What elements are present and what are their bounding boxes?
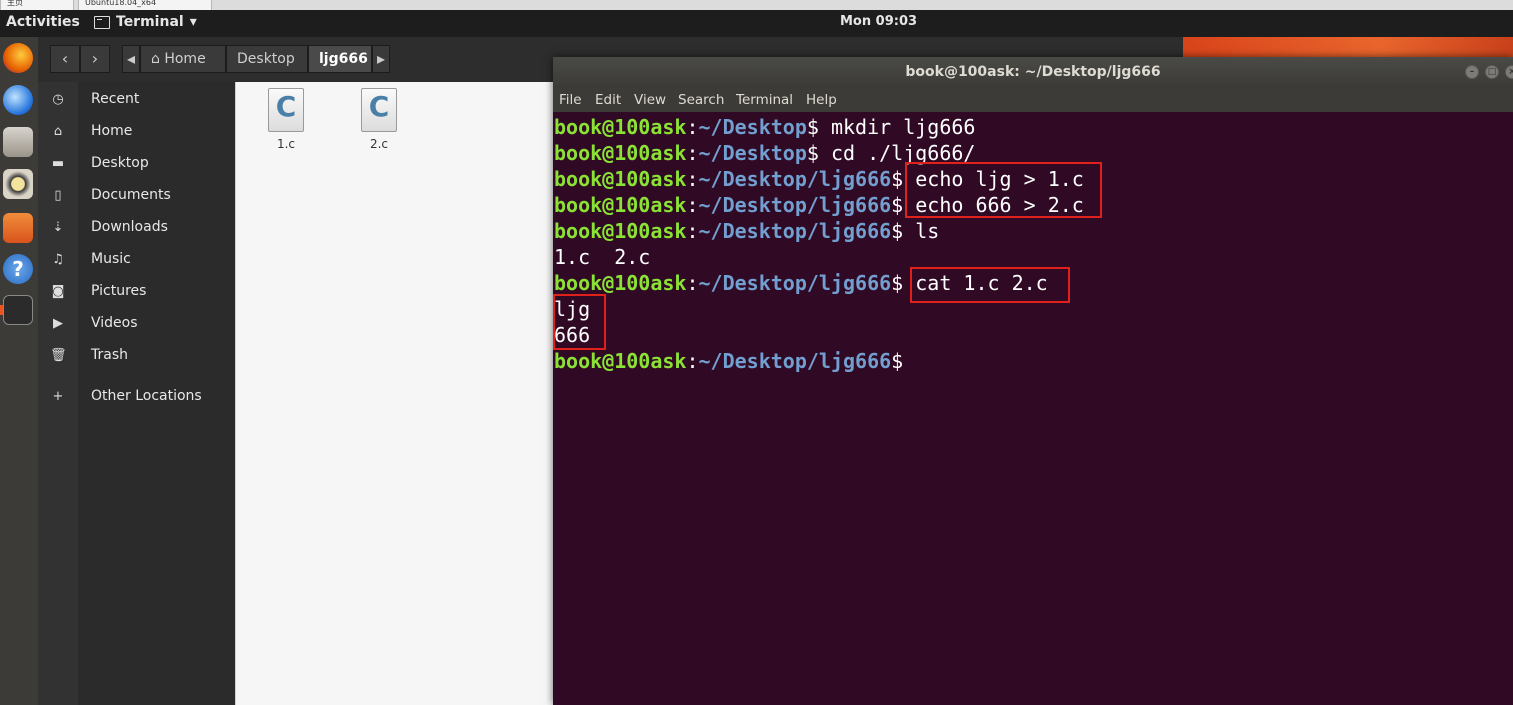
menu-terminal[interactable]: Terminal xyxy=(736,92,793,108)
close-button[interactable]: × xyxy=(1505,65,1513,79)
firefox-icon[interactable] xyxy=(3,43,33,73)
software-center-icon[interactable] xyxy=(3,213,33,243)
file-item[interactable]: C 1.c xyxy=(256,88,316,151)
top-bar: Activities Terminal ▾ Mon 09:03 xyxy=(0,10,1513,37)
menu-help[interactable]: Help xyxy=(806,92,837,108)
menu-file[interactable]: File xyxy=(559,92,582,108)
app-menu-label: Terminal xyxy=(116,14,184,30)
c-glyph: C xyxy=(368,90,390,123)
terminal-menu-bar: File Edit View Search Terminal Help xyxy=(553,88,1513,112)
rhythmbox-icon[interactable] xyxy=(3,169,33,199)
trash-icon: 🗑 xyxy=(50,348,67,363)
menu-view[interactable]: View xyxy=(634,92,666,108)
breadcrumb-home[interactable]: ⌂ Home xyxy=(140,45,226,73)
clock-icon: ◷ xyxy=(52,92,64,107)
activities-button[interactable]: Activities xyxy=(6,14,80,30)
highlight-box-echo-commands xyxy=(905,162,1102,218)
sidebar-item-other-locations[interactable]: + Other Locations xyxy=(38,382,235,412)
sidebar-item-downloads[interactable]: ⇣ Downloads xyxy=(38,213,235,243)
sidebar-item-label: Trash xyxy=(91,347,128,363)
terminal-icon[interactable] xyxy=(3,295,33,325)
sidebar-item-trash[interactable]: 🗑 Trash xyxy=(38,341,235,371)
breadcrumb-right-arrow[interactable]: ▸ xyxy=(372,45,390,73)
sidebar-item-label: Music xyxy=(91,251,131,267)
files-icon[interactable] xyxy=(3,127,33,157)
sidebar-item-home[interactable]: ⌂ Home xyxy=(38,117,235,147)
download-icon: ⇣ xyxy=(52,220,64,235)
folder-icon: ▬ xyxy=(51,156,65,171)
sidebar-item-label: Downloads xyxy=(91,219,168,235)
plus-icon: + xyxy=(52,389,64,404)
terminal-output-line: 1.c 2.c xyxy=(554,245,651,269)
terminal-output[interactable]: book@100ask:~/Desktop$ mkdir ljg666 book… xyxy=(553,114,1513,705)
c-source-file-icon: C xyxy=(268,88,304,132)
sidebar-item-desktop[interactable]: ▬ Desktop xyxy=(38,149,235,179)
file-item[interactable]: C 2.c xyxy=(349,88,409,151)
host-tab-vm[interactable]: Ubuntu18.04_x64 xyxy=(78,0,212,10)
terminal-small-icon xyxy=(94,15,110,29)
breadcrumb-ljg666[interactable]: ljg666 xyxy=(308,45,372,73)
sidebar-item-label: Recent xyxy=(91,91,140,107)
file-view: C 1.c C 2.c xyxy=(235,82,556,705)
music-icon: ♫ xyxy=(52,252,64,267)
sidebar-item-label: Documents xyxy=(91,187,171,203)
sidebar-item-videos[interactable]: ▶ Videos xyxy=(38,309,235,339)
c-glyph: C xyxy=(275,90,297,123)
home-icon: ⌂ xyxy=(151,51,160,67)
camera-icon: ◙ xyxy=(51,284,65,299)
thunderbird-icon[interactable] xyxy=(3,85,33,115)
sidebar-item-label: Other Locations xyxy=(91,388,202,404)
host-tab-home[interactable]: 主页 xyxy=(0,0,74,10)
breadcrumb-desktop[interactable]: Desktop xyxy=(226,45,308,73)
sidebar-item-label: Pictures xyxy=(91,283,147,299)
document-icon: ▯ xyxy=(54,188,62,203)
app-menu[interactable]: Terminal ▾ xyxy=(94,14,197,30)
file-name: 1.c xyxy=(276,137,296,151)
clock[interactable]: Mon 09:03 xyxy=(840,14,917,29)
dock-active-indicator xyxy=(0,305,3,315)
terminal-line: book@100ask:~/Desktop/ljg666$ xyxy=(554,349,904,373)
forward-button[interactable]: › xyxy=(80,45,110,73)
chevron-down-icon: ▾ xyxy=(189,14,197,30)
terminal-window: book@100ask: ~/Desktop/ljg666 – □ × File… xyxy=(553,57,1513,705)
file-name: 2.c xyxy=(369,137,389,151)
sidebar-item-label: Desktop xyxy=(91,155,149,171)
menu-search[interactable]: Search xyxy=(678,92,724,108)
sidebar-item-recent[interactable]: ◷ Recent xyxy=(38,85,235,115)
terminal-title: book@100ask: ~/Desktop/ljg666 xyxy=(905,64,1161,80)
sidebar-item-music[interactable]: ♫ Music xyxy=(38,245,235,275)
menu-edit[interactable]: Edit xyxy=(595,92,621,108)
dock: ? xyxy=(0,37,38,705)
sidebar-item-documents[interactable]: ▯ Documents xyxy=(38,181,235,211)
sidebar-item-label: Home xyxy=(91,123,133,139)
video-icon: ▶ xyxy=(53,316,63,331)
back-button[interactable]: ‹ xyxy=(50,45,80,73)
sidebar-item-label: Videos xyxy=(91,315,138,331)
minimize-button[interactable]: – xyxy=(1465,65,1479,79)
home-icon: ⌂ xyxy=(53,124,63,139)
highlight-box-cat-command xyxy=(910,267,1070,303)
maximize-button[interactable]: □ xyxy=(1485,65,1499,79)
terminal-line: book@100ask:~/Desktop/ljg666$ ls xyxy=(554,219,940,243)
terminal-line: book@100ask:~/Desktop$ mkdir ljg666 xyxy=(554,115,976,139)
host-tab-strip: 主页 Ubuntu18.04_x64 xyxy=(0,0,1513,10)
highlight-box-cat-output xyxy=(553,294,606,350)
sidebar-item-pictures[interactable]: ◙ Pictures xyxy=(38,277,235,307)
help-icon[interactable]: ? xyxy=(3,254,33,284)
breadcrumb-home-label: Home xyxy=(164,51,206,67)
breadcrumb-left-arrow[interactable]: ◂ xyxy=(122,45,140,73)
terminal-title-bar[interactable]: book@100ask: ~/Desktop/ljg666 – □ × xyxy=(553,57,1513,88)
c-source-file-icon: C xyxy=(361,88,397,132)
